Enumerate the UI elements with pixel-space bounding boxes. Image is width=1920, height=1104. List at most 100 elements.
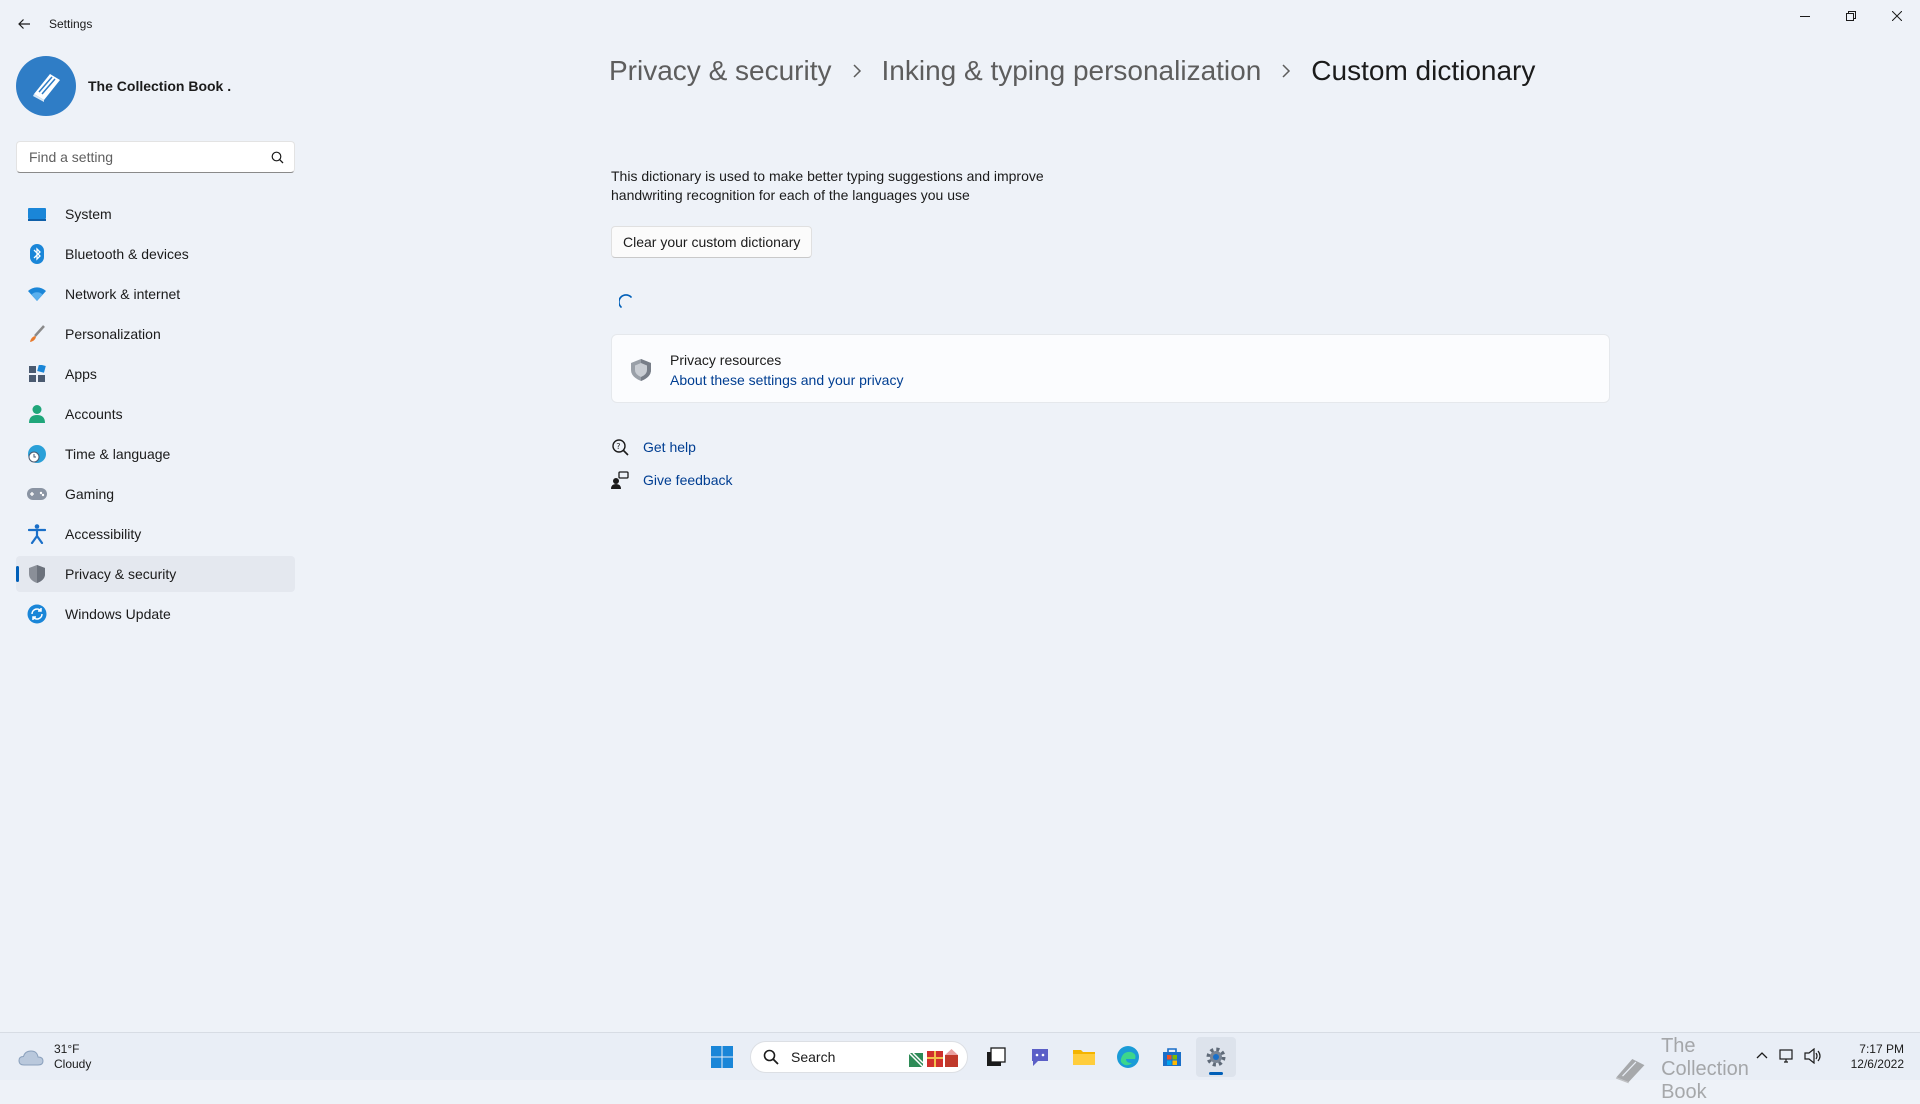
page-title: Custom dictionary bbox=[1311, 55, 1536, 86]
sidebar-item-label: Accessibility bbox=[65, 526, 142, 542]
help-icon: ? bbox=[610, 437, 630, 457]
taskbar: 31°F Cloudy Search The Collection Book 7… bbox=[0, 1032, 1920, 1103]
give-feedback-link[interactable]: Give feedback bbox=[610, 470, 733, 490]
store-button[interactable] bbox=[1152, 1037, 1192, 1077]
wifi-icon bbox=[26, 283, 48, 305]
network-icon[interactable] bbox=[1778, 1048, 1794, 1064]
close-icon bbox=[1892, 11, 1902, 21]
sidebar-item-gaming[interactable]: Gaming bbox=[16, 476, 295, 512]
sidebar-item-label: System bbox=[65, 206, 112, 222]
sidebar-item-accounts[interactable]: Accounts bbox=[16, 396, 295, 432]
privacy-resources-title: Privacy resources bbox=[670, 352, 782, 368]
sidebar-item-label: Privacy & security bbox=[65, 566, 177, 582]
bluetooth-icon bbox=[26, 243, 48, 265]
sidebar-item-apps[interactable]: Apps bbox=[16, 356, 295, 392]
window-controls bbox=[1782, 0, 1920, 32]
chevron-up-icon[interactable] bbox=[1756, 1050, 1768, 1062]
title-bar: Settings bbox=[0, 0, 1920, 48]
weather-temp: 31°F bbox=[54, 1042, 80, 1056]
watermark: The Collection Book bbox=[1614, 1035, 1770, 1104]
file-explorer-button[interactable] bbox=[1064, 1037, 1104, 1077]
person-icon bbox=[26, 403, 48, 425]
get-help-label: Get help bbox=[643, 439, 696, 455]
minimize-button[interactable] bbox=[1782, 0, 1828, 32]
back-button[interactable] bbox=[12, 12, 36, 36]
privacy-resources-card: Privacy resources About these settings a… bbox=[611, 334, 1610, 403]
restore-button[interactable] bbox=[1828, 0, 1874, 32]
give-feedback-label: Give feedback bbox=[643, 472, 733, 488]
chat-icon bbox=[1032, 1049, 1048, 1066]
sidebar-item-network[interactable]: Network & internet bbox=[16, 276, 295, 312]
sidebar-item-privacy-security[interactable]: Privacy & security bbox=[16, 556, 295, 592]
sidebar-item-bluetooth[interactable]: Bluetooth & devices bbox=[16, 236, 295, 272]
sidebar-nav: System Bluetooth & devices Network & int… bbox=[16, 196, 295, 636]
shield-icon bbox=[630, 358, 652, 387]
sidebar-item-windows-update[interactable]: Windows Update bbox=[16, 596, 295, 632]
tray-icons bbox=[1756, 1048, 1822, 1064]
sidebar-item-label: Network & internet bbox=[65, 286, 181, 302]
search-icon bbox=[763, 1049, 779, 1065]
shield-icon bbox=[26, 563, 48, 585]
taskbar-apps: Search bbox=[700, 1037, 1238, 1077]
gamepad-icon bbox=[26, 483, 48, 505]
privacy-settings-link[interactable]: About these settings and your privacy bbox=[670, 372, 903, 388]
book-logo-icon bbox=[33, 74, 60, 102]
taskbar-search[interactable]: Search bbox=[750, 1041, 968, 1073]
back-arrow-icon bbox=[18, 19, 30, 29]
teams-chat-button[interactable] bbox=[1020, 1037, 1060, 1077]
svg-text:?: ? bbox=[616, 442, 620, 451]
brush-icon bbox=[26, 323, 48, 345]
breadcrumb-privacy-security[interactable]: Privacy & security bbox=[609, 55, 832, 87]
clock-date: 12/6/2022 bbox=[1850, 1057, 1904, 1071]
clock-time: 7:17 PM bbox=[1859, 1042, 1904, 1056]
sidebar-item-label: Gaming bbox=[65, 486, 115, 502]
loading-spinner-icon bbox=[618, 294, 635, 315]
taskbar-clock[interactable]: 7:17 PM 12/6/2022 bbox=[1851, 1042, 1904, 1072]
update-icon bbox=[26, 603, 48, 625]
cloud-icon bbox=[18, 1050, 44, 1066]
sidebar-item-label: Bluetooth & devices bbox=[65, 246, 189, 262]
taskbar-search-label: Search bbox=[791, 1049, 836, 1065]
chevron-right-icon bbox=[1281, 64, 1291, 78]
edge-button[interactable] bbox=[1108, 1037, 1148, 1077]
search-icon[interactable] bbox=[271, 151, 284, 164]
apps-icon bbox=[26, 363, 48, 385]
folder-icon bbox=[1073, 1050, 1095, 1065]
restore-icon bbox=[1846, 11, 1856, 21]
task-view-button[interactable] bbox=[976, 1037, 1016, 1077]
sidebar-item-accessibility[interactable]: Accessibility bbox=[16, 516, 295, 552]
feedback-icon bbox=[610, 470, 630, 490]
sidebar-item-label: Windows Update bbox=[65, 606, 171, 622]
sidebar-item-label: Apps bbox=[65, 366, 97, 382]
user-profile[interactable]: The Collection Book . bbox=[16, 56, 231, 116]
app-title: Settings bbox=[49, 17, 93, 31]
weather-condition: Cloudy bbox=[54, 1057, 92, 1071]
breadcrumb: Privacy & security Inking & typing perso… bbox=[609, 55, 1535, 87]
volume-icon[interactable] bbox=[1804, 1048, 1822, 1064]
settings-search[interactable] bbox=[16, 141, 295, 173]
profile-name: The Collection Book . bbox=[88, 78, 232, 94]
gift-highlight-icon bbox=[908, 1049, 958, 1068]
clear-dictionary-button[interactable]: Clear your custom dictionary bbox=[611, 226, 813, 258]
sidebar-item-system[interactable]: System bbox=[16, 196, 295, 232]
accessibility-icon bbox=[26, 523, 48, 545]
close-button[interactable] bbox=[1874, 0, 1920, 32]
gear-icon bbox=[1206, 1047, 1226, 1067]
dictionary-description: This dictionary is used to make better t… bbox=[611, 168, 1044, 203]
search-input[interactable] bbox=[27, 142, 257, 172]
chevron-right-icon bbox=[852, 64, 862, 78]
weather-widget[interactable]: 31°F Cloudy bbox=[18, 1042, 91, 1072]
breadcrumb-inking-typing[interactable]: Inking & typing personalization bbox=[882, 55, 1262, 87]
sidebar-item-time-language[interactable]: Time & language bbox=[16, 436, 295, 472]
watermark-text: The Collection Book bbox=[1661, 1035, 1749, 1103]
settings-app-button[interactable] bbox=[1196, 1037, 1236, 1077]
sidebar-item-label: Time & language bbox=[65, 446, 171, 462]
system-icon bbox=[26, 203, 48, 225]
avatar bbox=[16, 56, 76, 116]
sidebar-item-label: Personalization bbox=[65, 326, 161, 342]
start-button[interactable] bbox=[702, 1037, 742, 1077]
get-help-link[interactable]: ? Get help bbox=[610, 437, 696, 457]
minimize-icon bbox=[1800, 16, 1810, 17]
sidebar-item-personalization[interactable]: Personalization bbox=[16, 316, 295, 352]
globe-clock-icon bbox=[26, 443, 48, 465]
